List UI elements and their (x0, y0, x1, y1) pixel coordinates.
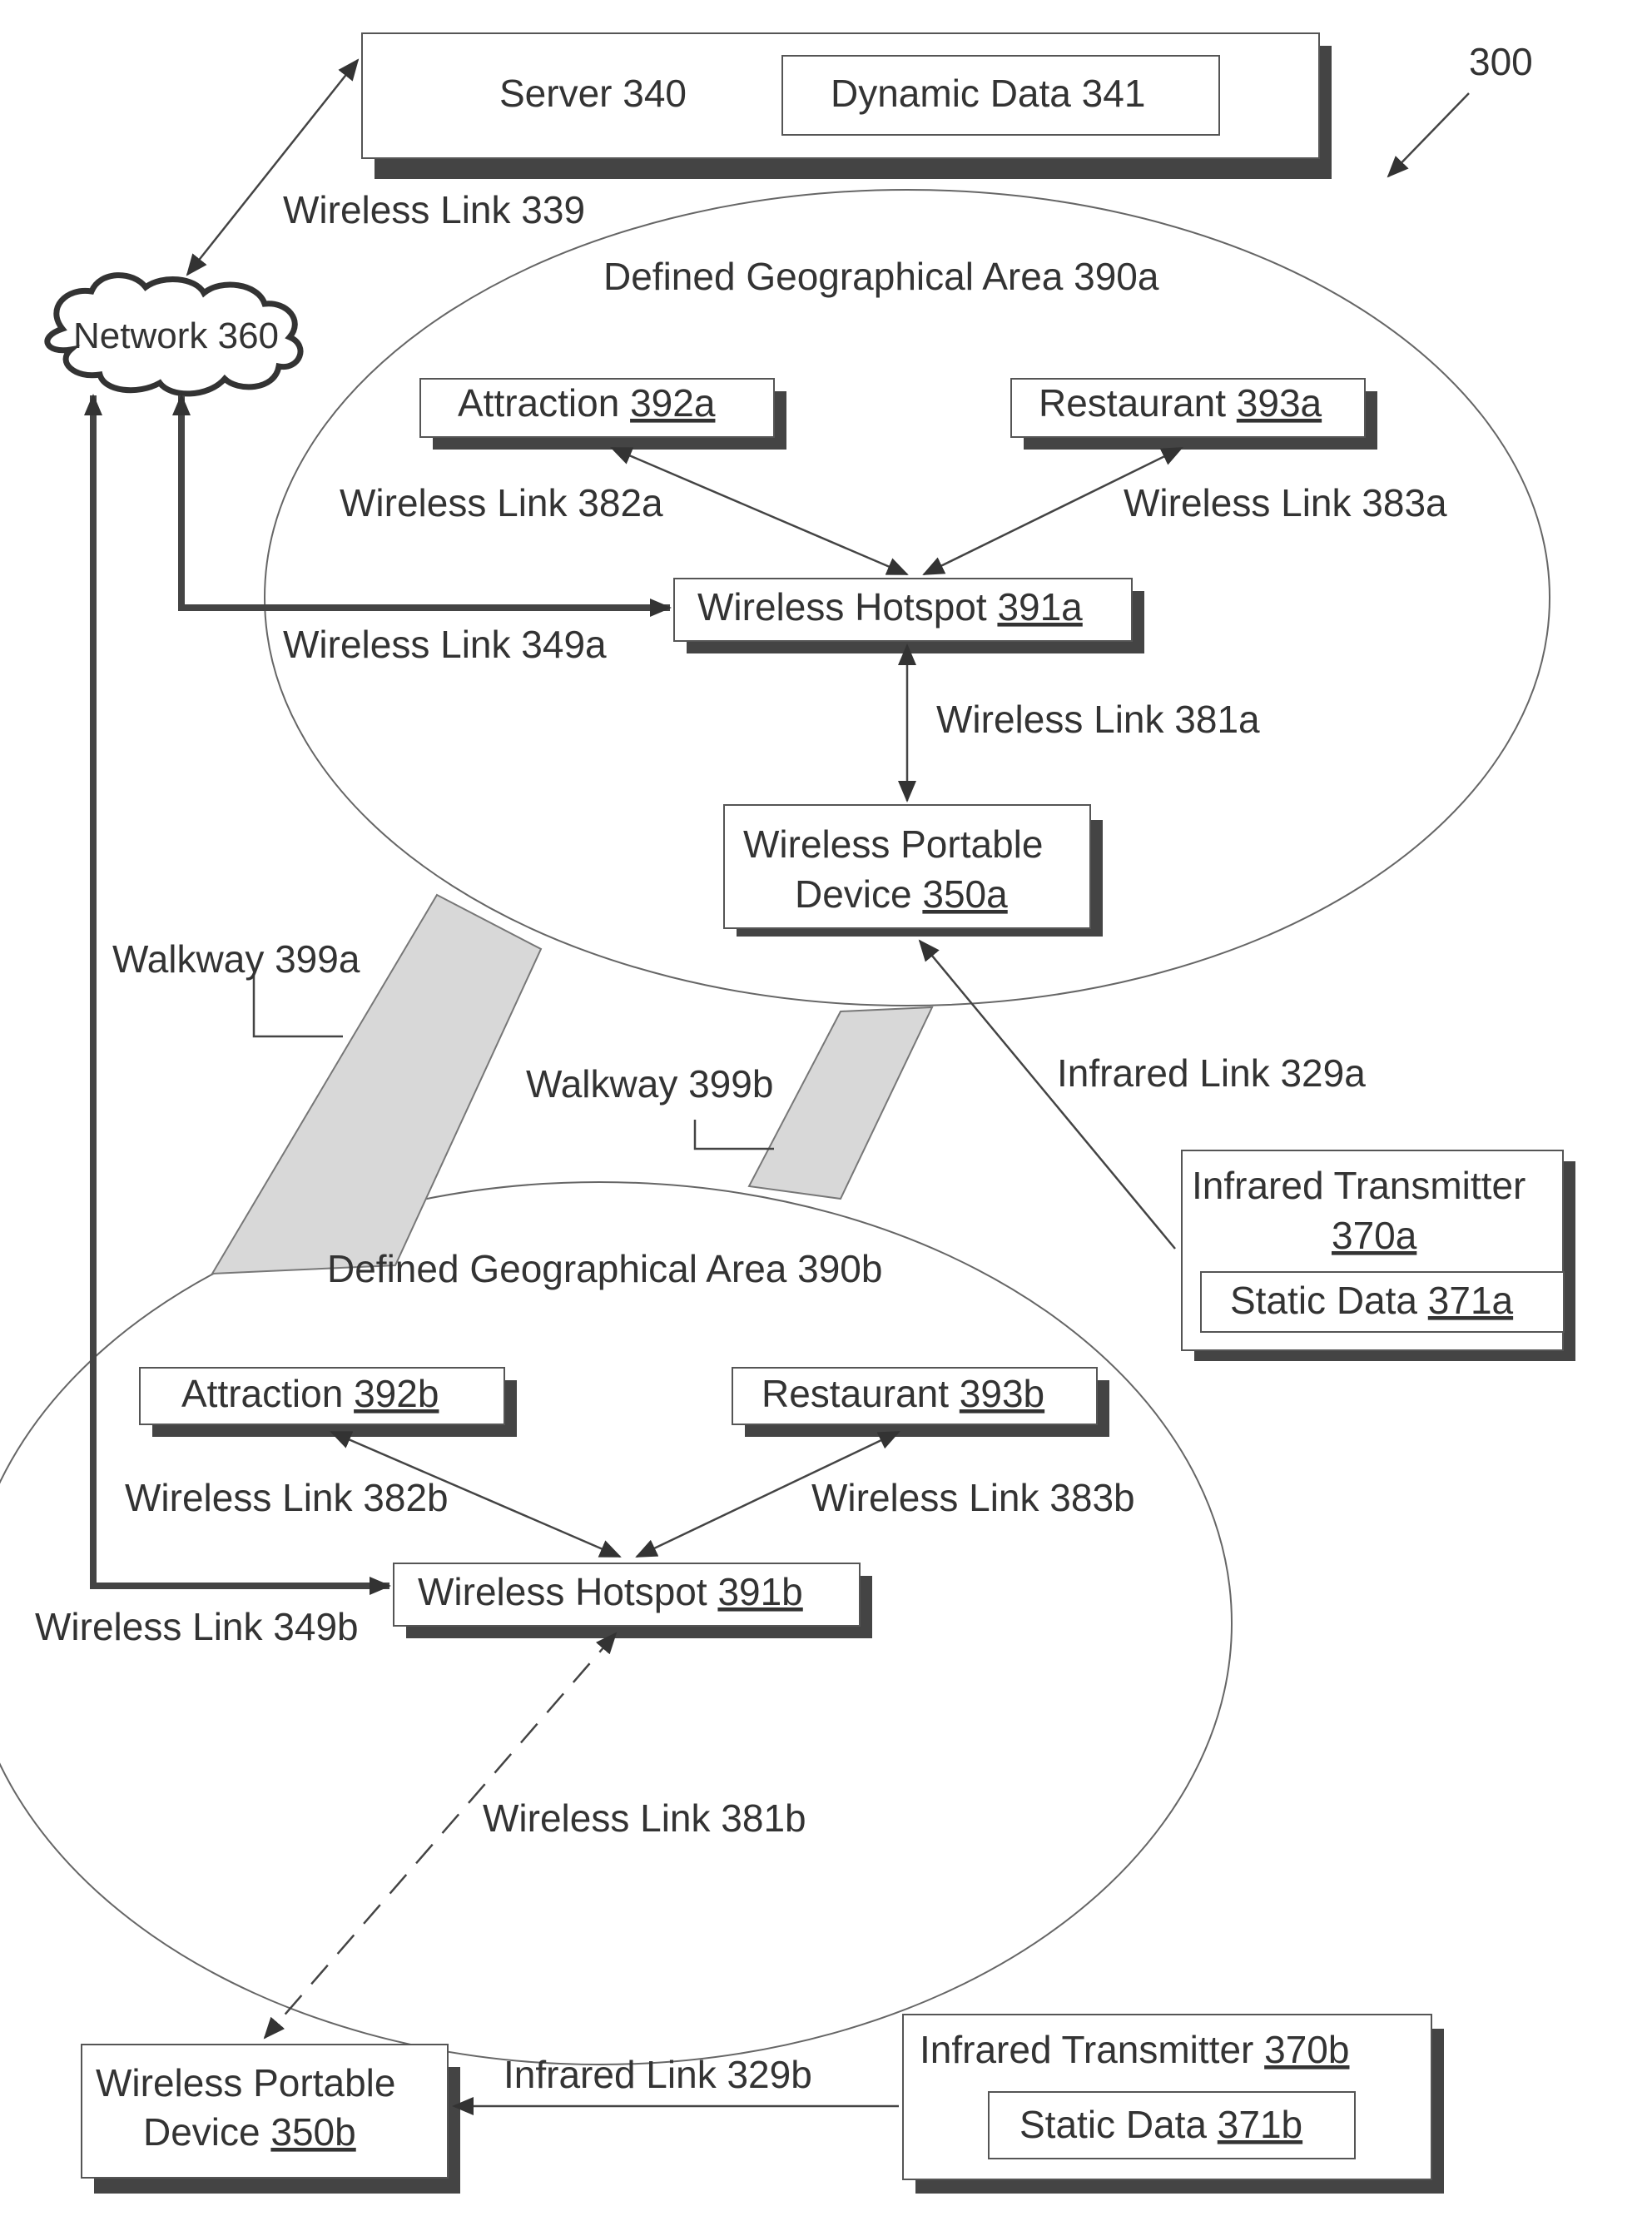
wireless-link-381b-label: Wireless Link 381b (483, 1796, 806, 1840)
wireless-link-339 (186, 58, 360, 276)
wireless-link-382a-label: Wireless Link 382a (340, 481, 663, 524)
walkway-399b-label: Walkway 399b (526, 1062, 773, 1106)
infrared-transmitter-370a-num: 370a (1332, 1214, 1417, 1257)
attraction-392b-label: Attraction 392b (181, 1372, 439, 1415)
server-340-label: Server 340 (499, 72, 687, 115)
wireless-link-382b-label: Wireless Link 382b (125, 1476, 449, 1519)
device-350a-line1: Wireless Portable (743, 822, 1043, 866)
figure-ref-arrow (1387, 92, 1470, 178)
wireless-link-383a-label: Wireless Link 383a (1124, 481, 1447, 524)
wireless-link-381a-label: Wireless Link 381a (936, 698, 1260, 741)
infrared-link-329b-label: Infrared Link 329b (504, 2053, 812, 2096)
wireless-link-349b-label: Wireless Link 349b (35, 1605, 359, 1648)
restaurant-393b-label: Restaurant 393b (762, 1372, 1044, 1415)
static-data-371b-label: Static Data 371b (1019, 2103, 1302, 2146)
wireless-hotspot-391b-label: Wireless Hotspot 391b (418, 1570, 803, 1613)
system-diagram: Server 340 Dynamic Data 341 300 Network … (0, 32, 1575, 2194)
restaurant-393a-label: Restaurant 393a (1039, 381, 1322, 425)
attraction-392a-label: Attraction 392a (458, 381, 716, 425)
device-350b-line1: Wireless Portable (96, 2061, 395, 2104)
wireless-link-349a-label: Wireless Link 349a (283, 623, 607, 666)
infrared-transmitter-370a-line1: Infrared Transmitter (1192, 1164, 1525, 1207)
figure-ref-300: 300 (1469, 40, 1533, 83)
area-390a-title: Defined Geographical Area 390a (603, 255, 1159, 298)
static-data-371a-label: Static Data 371a (1230, 1279, 1514, 1322)
area-390b-title: Defined Geographical Area 390b (327, 1247, 882, 1290)
device-350a-line2: Device 350a (795, 872, 1008, 916)
infrared-link-329a (918, 939, 1176, 1250)
walkway-399a-leader (252, 974, 343, 1038)
device-350b-line2: Device 350b (143, 2110, 356, 2154)
walkway-399b-leader (693, 1120, 774, 1150)
wireless-link-383b-label: Wireless Link 383b (811, 1476, 1135, 1519)
wireless-hotspot-391a-label: Wireless Hotspot 391a (697, 585, 1083, 629)
walkway-399a-label: Walkway 399a (112, 937, 360, 981)
dynamic-data-341-label: Dynamic Data 341 (831, 72, 1145, 115)
network-360-label: Network 360 (73, 316, 279, 356)
infrared-transmitter-370b-label: Infrared Transmitter 370b (920, 2028, 1349, 2071)
walkway-399b (747, 1006, 934, 1200)
wireless-link-339-label: Wireless Link 339 (283, 188, 585, 231)
infrared-link-329a-label: Infrared Link 329a (1057, 1051, 1366, 1095)
